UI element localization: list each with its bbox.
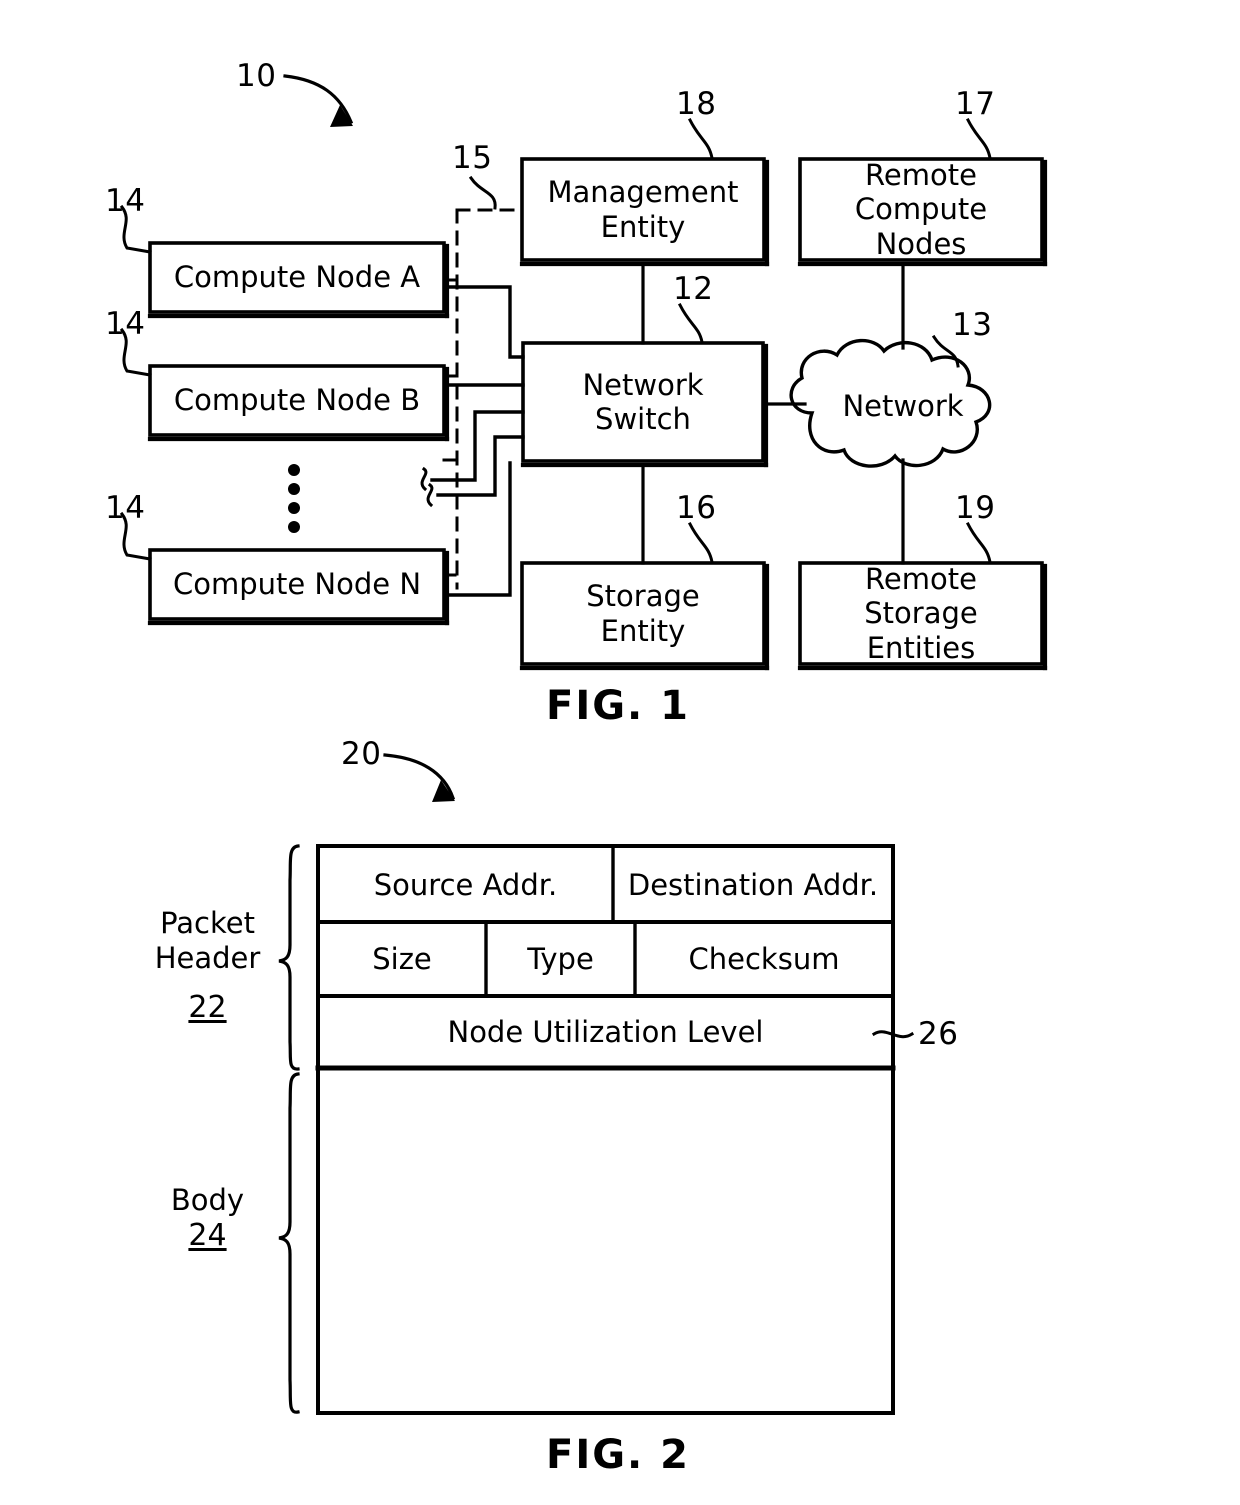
ref-14-node-b: 14 bbox=[105, 306, 146, 342]
ref-19: 19 bbox=[955, 490, 996, 526]
ref-10: 10 bbox=[236, 58, 277, 94]
body-bracket bbox=[278, 1072, 300, 1414]
figure-1-caption: FIG. 1 bbox=[546, 683, 690, 729]
packet-header-bracket-ref-wrap: 22 bbox=[140, 990, 275, 1026]
packet-cell-source-addr: Source Addr. bbox=[373, 867, 558, 902]
network-cloud-label: Network bbox=[842, 388, 964, 423]
ref-14-node-a: 14 bbox=[105, 183, 146, 219]
ref-24: 24 bbox=[188, 1218, 227, 1253]
packet-cell-node-utilization-level: Node Utilization Level bbox=[447, 1014, 764, 1049]
figure-2-caption: FIG. 2 bbox=[546, 1432, 690, 1478]
packet-cell-checksum: Checksum bbox=[688, 941, 840, 976]
ref-leader-19 bbox=[965, 521, 992, 564]
compute-node-a-label: Compute Node A bbox=[173, 260, 421, 295]
body-bracket-ref-wrap: 24 bbox=[140, 1218, 275, 1254]
compute-node-b-label: Compute Node B bbox=[173, 383, 421, 418]
packet-cell-size: Size bbox=[372, 941, 432, 976]
ref-leader-18 bbox=[687, 117, 714, 160]
packet-header-bracket bbox=[278, 844, 300, 1071]
ref-leader-15 bbox=[468, 175, 497, 210]
packet-header-bracket-name: Packet Header bbox=[154, 906, 261, 975]
ref-26: 26 bbox=[918, 1016, 959, 1052]
packet-cell-destination-addr: Destination Addr. bbox=[627, 867, 879, 902]
ref-22: 22 bbox=[188, 990, 227, 1025]
ref-leader-12 bbox=[677, 302, 704, 344]
remote-storage-entities-label: Remote Storage Entities bbox=[864, 562, 978, 665]
ref-12: 12 bbox=[673, 271, 714, 307]
vertical-ellipsis-dots bbox=[288, 464, 300, 533]
ref-20: 20 bbox=[341, 736, 382, 772]
packet-header-bracket-label: Packet Header bbox=[140, 906, 275, 976]
patent-drawing-sheet: 10 14 14 14 15 18 17 12 13 16 19 Compute… bbox=[0, 0, 1240, 1505]
storage-entity-label: Storage Entity bbox=[586, 579, 700, 648]
ref-14-node-n: 14 bbox=[105, 490, 146, 526]
ref-18: 18 bbox=[676, 86, 717, 122]
packet-body-region bbox=[318, 1068, 893, 1413]
ref-13: 13 bbox=[952, 307, 993, 343]
body-bracket-label: Body bbox=[140, 1183, 275, 1218]
ref-leader-17 bbox=[965, 117, 992, 160]
break-glyph-lower bbox=[426, 482, 434, 508]
ref-leader-16 bbox=[687, 521, 714, 564]
packet-cell-type: Type bbox=[527, 941, 594, 976]
ref-16: 16 bbox=[676, 490, 717, 526]
remote-compute-nodes-label: Remote Compute Nodes bbox=[854, 158, 988, 261]
ref-15: 15 bbox=[452, 140, 493, 176]
management-entity-label: Management Entity bbox=[547, 175, 739, 244]
body-bracket-name: Body bbox=[170, 1183, 245, 1217]
compute-node-n-label: Compute Node N bbox=[172, 567, 422, 602]
break-glyph-upper bbox=[420, 466, 428, 492]
network-switch-label: Network Switch bbox=[582, 367, 704, 436]
ref-17: 17 bbox=[955, 86, 996, 122]
